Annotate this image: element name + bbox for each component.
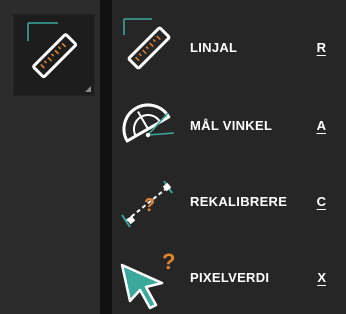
active-ruler-tool-button[interactable] [13,14,95,96]
divider [100,0,112,314]
recalibrate-icon: ? [121,180,173,228]
menu-item-shortcut: C [316,194,326,209]
menu-item-shortcut: X [317,270,326,285]
protractor-icon [122,103,175,143]
menu-item-measure-angle[interactable]: MÅL VINKEL A [112,88,346,160]
pixel-value-icon: ? [120,249,175,310]
menu-item-label: MÅL VINKEL [190,118,273,133]
menu-item-ruler[interactable]: LINJAL R [112,10,346,82]
measure-tool-flyout: LINJAL R MÅL VINKEL A ? REKALIBRERE C ? … [0,0,346,314]
svg-text:?: ? [162,249,175,274]
menu-item-shortcut: R [316,40,326,55]
menu-item-pixel-value[interactable]: ? PIXELVERDI X [112,242,346,314]
menu-item-label: LINJAL [190,40,238,55]
flyout-indicator-icon [85,86,91,92]
menu-item-shortcut: A [316,118,326,133]
menu-item-label: REKALIBRERE [190,194,288,209]
ruler-icon [27,22,78,79]
menu-item-label: PIXELVERDI [190,270,270,285]
measure-menu: LINJAL R MÅL VINKEL A ? REKALIBRERE C ? … [112,0,346,314]
ruler-icon [123,18,171,70]
tool-strip [0,0,113,314]
svg-text:?: ? [144,195,155,215]
menu-item-recalibrate[interactable]: ? REKALIBRERE C [112,166,346,238]
